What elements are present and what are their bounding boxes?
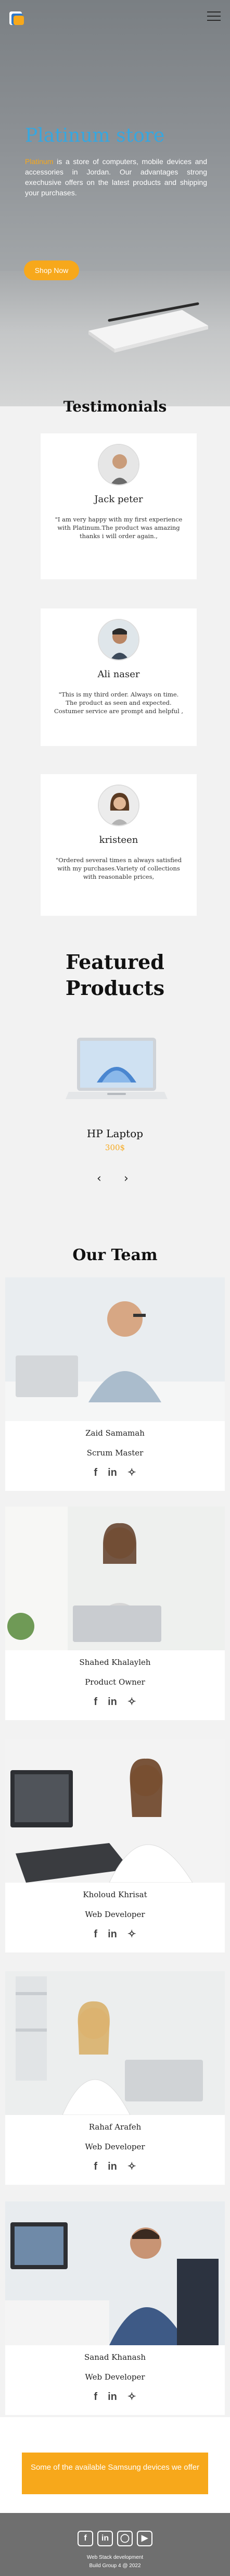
member-socials: f in ✧ — [5, 2160, 225, 2173]
member-role: Product Owner — [85, 1677, 145, 1687]
team-section: Our Team Zaid Samamah Scrum Master f in ✧ … — [0, 1219, 230, 2417]
testimonial-name: kristeen — [99, 835, 138, 845]
member-role: Web Developer — [85, 2372, 145, 2382]
linkedin-icon[interactable]: in — [108, 2391, 117, 2403]
facebook-icon[interactable]: f — [94, 1928, 97, 1940]
avatar — [98, 619, 139, 661]
member-name: Rahaf Arafeh — [88, 2122, 142, 2132]
hp-laptop-image[interactable] — [66, 1036, 168, 1111]
linkedin-icon[interactable]: in — [108, 2161, 117, 2173]
member-socials: f in ✧ — [5, 1466, 225, 1479]
team-member-card: Zaid Samamah Scrum Master f in ✧ — [5, 1277, 225, 1491]
testimonial-quote: "Ordered several times n always satisfie… — [55, 856, 182, 880]
team-member-card: Shahed Khalayleh Product Owner f in ✧ — [5, 1507, 225, 1720]
member-photo — [5, 1971, 225, 2115]
facebook-icon[interactable]: f — [94, 2391, 97, 2403]
hero-section: Platinum store Platinum is a store of co… — [0, 0, 230, 406]
product-name[interactable]: HP Laptop — [0, 1127, 230, 1140]
member-name: Zaid Samamah — [85, 1428, 145, 1438]
twitter-icon[interactable]: ✧ — [127, 2390, 136, 2403]
avatar — [98, 785, 139, 826]
footer-line-1: Web Stack development — [86, 2555, 144, 2560]
linkedin-icon[interactable]: in — [97, 2531, 113, 2546]
testimonial-card: kristeen "Ordered several times n always… — [41, 774, 197, 916]
team-member-card: Sanad Khanash Web Developer f in ✧ — [5, 2201, 225, 2415]
shop-now-button[interactable]: Shop Now — [24, 260, 79, 280]
member-socials: f in ✧ — [5, 1927, 225, 1940]
hero-intro: Platinum is a store of computers, mobile… — [25, 156, 207, 198]
twitter-icon[interactable]: ✧ — [127, 1927, 136, 1940]
github-icon[interactable]: ◯ — [117, 2531, 133, 2546]
member-socials: f in ✧ — [5, 1695, 225, 1708]
testimonial-name: Jack peter — [94, 494, 143, 505]
testimonial-quote: "I am very happy with my first experienc… — [55, 516, 183, 540]
hero-brand: Platinum — [25, 157, 54, 166]
youtube-icon[interactable]: ▶ — [137, 2531, 152, 2546]
member-role: Web Developer — [85, 1910, 145, 1919]
team-member-card: Kholoud Khrisat Web Developer f in ✧ — [5, 1739, 225, 1952]
carousel-next-icon[interactable]: › — [124, 1172, 129, 1185]
team-member-card: Rahaf Arafeh Web Developer f in ✧ — [5, 1971, 225, 2185]
product-price: 300$ — [105, 1143, 125, 1152]
store-logo-icon[interactable] — [7, 8, 28, 29]
testimonial-name: Ali naser — [97, 669, 140, 680]
avatar — [98, 444, 139, 486]
testimonial-quote: "This is my third order. Always on time.… — [54, 691, 184, 715]
member-name: Kholoud Khrisat — [83, 1890, 147, 1899]
facebook-icon[interactable]: f — [78, 2531, 93, 2546]
testimonials-section: Testimonials Jack peter "I am very happy… — [0, 398, 230, 927]
featured-products-section: Featured Products HP Laptop 300$ ‹ › — [0, 927, 230, 1219]
linkedin-icon[interactable]: in — [108, 1696, 117, 1708]
notebook-pen-image — [88, 302, 208, 353]
facebook-icon[interactable]: f — [94, 2161, 97, 2173]
testimonial-card: Ali naser "This is my third order. Alway… — [41, 608, 197, 746]
member-role: Web Developer — [85, 2142, 145, 2151]
member-photo — [5, 1277, 225, 1421]
member-photo — [5, 1739, 225, 1883]
twitter-icon[interactable]: ✧ — [127, 1695, 136, 1708]
member-photo — [5, 2201, 225, 2345]
member-name: Shahed Khalayleh — [79, 1658, 151, 1667]
footer: f in ◯ ▶ Web Stack development Build Group … — [0, 2513, 230, 2576]
twitter-icon[interactable]: ✧ — [127, 2160, 136, 2173]
footer-social-icons: f in ◯ ▶ — [0, 2531, 230, 2546]
linkedin-icon[interactable]: in — [108, 1928, 117, 1940]
testimonials-title: Testimonials — [63, 398, 167, 415]
team-title: Our Team — [72, 1246, 158, 1264]
hamburger-menu-icon[interactable] — [207, 11, 221, 22]
linkedin-icon[interactable]: in — [108, 1467, 117, 1479]
featured-title: Featured Products — [65, 950, 165, 1000]
member-name: Sanad Khanash — [84, 2353, 146, 2362]
testimonial-card: Jack peter "I am very happy with my firs… — [41, 433, 197, 579]
samsung-promo-banner[interactable]: Some of the available Samsung devices we… — [22, 2453, 208, 2494]
member-socials: f in ✧ — [5, 2390, 225, 2403]
footer-line-2: Build Group 4 @ 2022 — [89, 2563, 141, 2569]
facebook-icon[interactable]: f — [94, 1467, 97, 1479]
hero-title: Platinum store — [25, 125, 165, 146]
facebook-icon[interactable]: f — [94, 1696, 97, 1708]
member-role: Scrum Master — [86, 1448, 144, 1458]
carousel-prev-icon[interactable]: ‹ — [97, 1172, 101, 1185]
twitter-icon[interactable]: ✧ — [127, 1466, 136, 1479]
member-photo — [5, 1507, 225, 1650]
